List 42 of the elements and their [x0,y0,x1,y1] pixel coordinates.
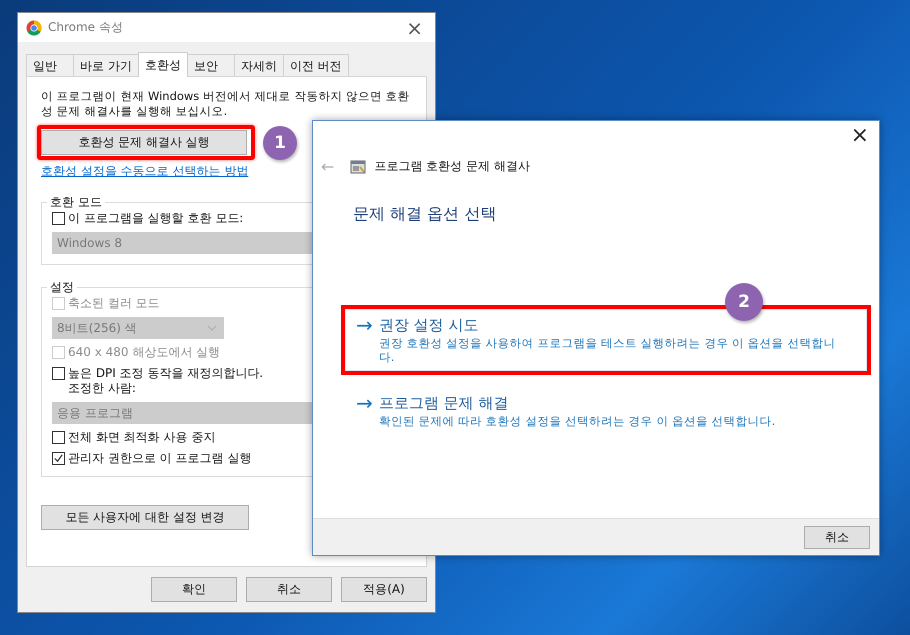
checkbox-label: 전체 화면 최적화 사용 중지 [68,430,216,446]
troubleshooter-button[interactable]: 호환성 문제 해결사 실행 [41,130,247,156]
checkbox-label: 이 프로그램을 실행할 호환 모드: [68,211,244,226]
step-badge: 1 [263,126,297,160]
caret-icon [207,325,217,332]
program-icon [350,158,366,174]
checkbox-label: 축소된 컬러 모드 [68,296,160,312]
help-link[interactable]: 호환성 설정을 수동으로 선택하는 방법 [41,163,248,180]
checkbox[interactable] [52,452,65,466]
group-label: 호환 모드 [47,195,105,210]
tab[interactable]: 이전 버전 [282,54,349,78]
dialog-button[interactable]: 취소 [246,577,332,602]
option-title: 프로그램 문제 해결 [378,393,510,414]
dialog-button[interactable]: 확인 [151,577,237,602]
checkbox-label: 640 x 480 해상도에서 실행 [68,345,220,360]
option-description: 권장 호환성 설정을 사용하여 프로그램을 테스트 실행하려는 경우 이 옵션을 선택합니다. [378,336,836,364]
group-label: 설정 [47,280,77,294]
cancel-button[interactable]: 취소 [804,526,870,548]
settings-button[interactable]: 모든 사용자에 대한 설정 변경 [41,505,249,530]
step-badge: 2 [725,283,763,321]
page-heading: 문제 해결 옵션 선택 [353,204,498,225]
checkbox[interactable] [52,431,65,444]
window-title: 프로그램 호환성 문제 해결사 [374,158,530,175]
tab[interactable]: 일반 [26,54,74,78]
tab[interactable]: 호환성 [138,52,188,78]
dropdown: 8비트(256) 색 [52,317,224,340]
checkbox-label: 높은 DPI 조정 동작을 재정의합니다. 조정한 사람: [68,366,264,396]
close-button[interactable]: × [850,125,869,147]
arrow-icon: → [356,314,373,364]
arrow-icon: → [356,392,373,428]
app-icon [26,20,42,36]
checkbox[interactable] [52,212,65,226]
description-text: 이 프로그램이 현재 Windows 버전에서 제대로 작동하지 않으면 호환성 문제 해결사를 실행해 보십시오. [41,89,411,120]
option-title: 권장 설정 시도 [378,315,480,336]
option-link[interactable]: → 권장 설정 시도 권장 호환성 설정을 사용하여 프로그램을 테스트 실행하려는 경우 이 옵션을 선택합니다. [345,309,867,371]
option-description: 확인된 문제에 따라 호환성 설정을 선택하려는 경우 이 옵션을 선택합니다. [378,414,776,428]
dialog-button[interactable]: 적용(A) [341,577,427,602]
checkbox[interactable] [52,367,65,380]
window-title: Chrome 속성 [48,19,124,36]
close-button[interactable]: × [402,18,427,38]
checkbox-label: 관리자 권한으로 이 프로그램 실행 [68,451,252,466]
option-link[interactable]: → 프로그램 문제 해결 확인된 문제에 따라 호환성 설정을 선택하려는 경우 이 옵션을 선택합니다. [345,387,867,435]
